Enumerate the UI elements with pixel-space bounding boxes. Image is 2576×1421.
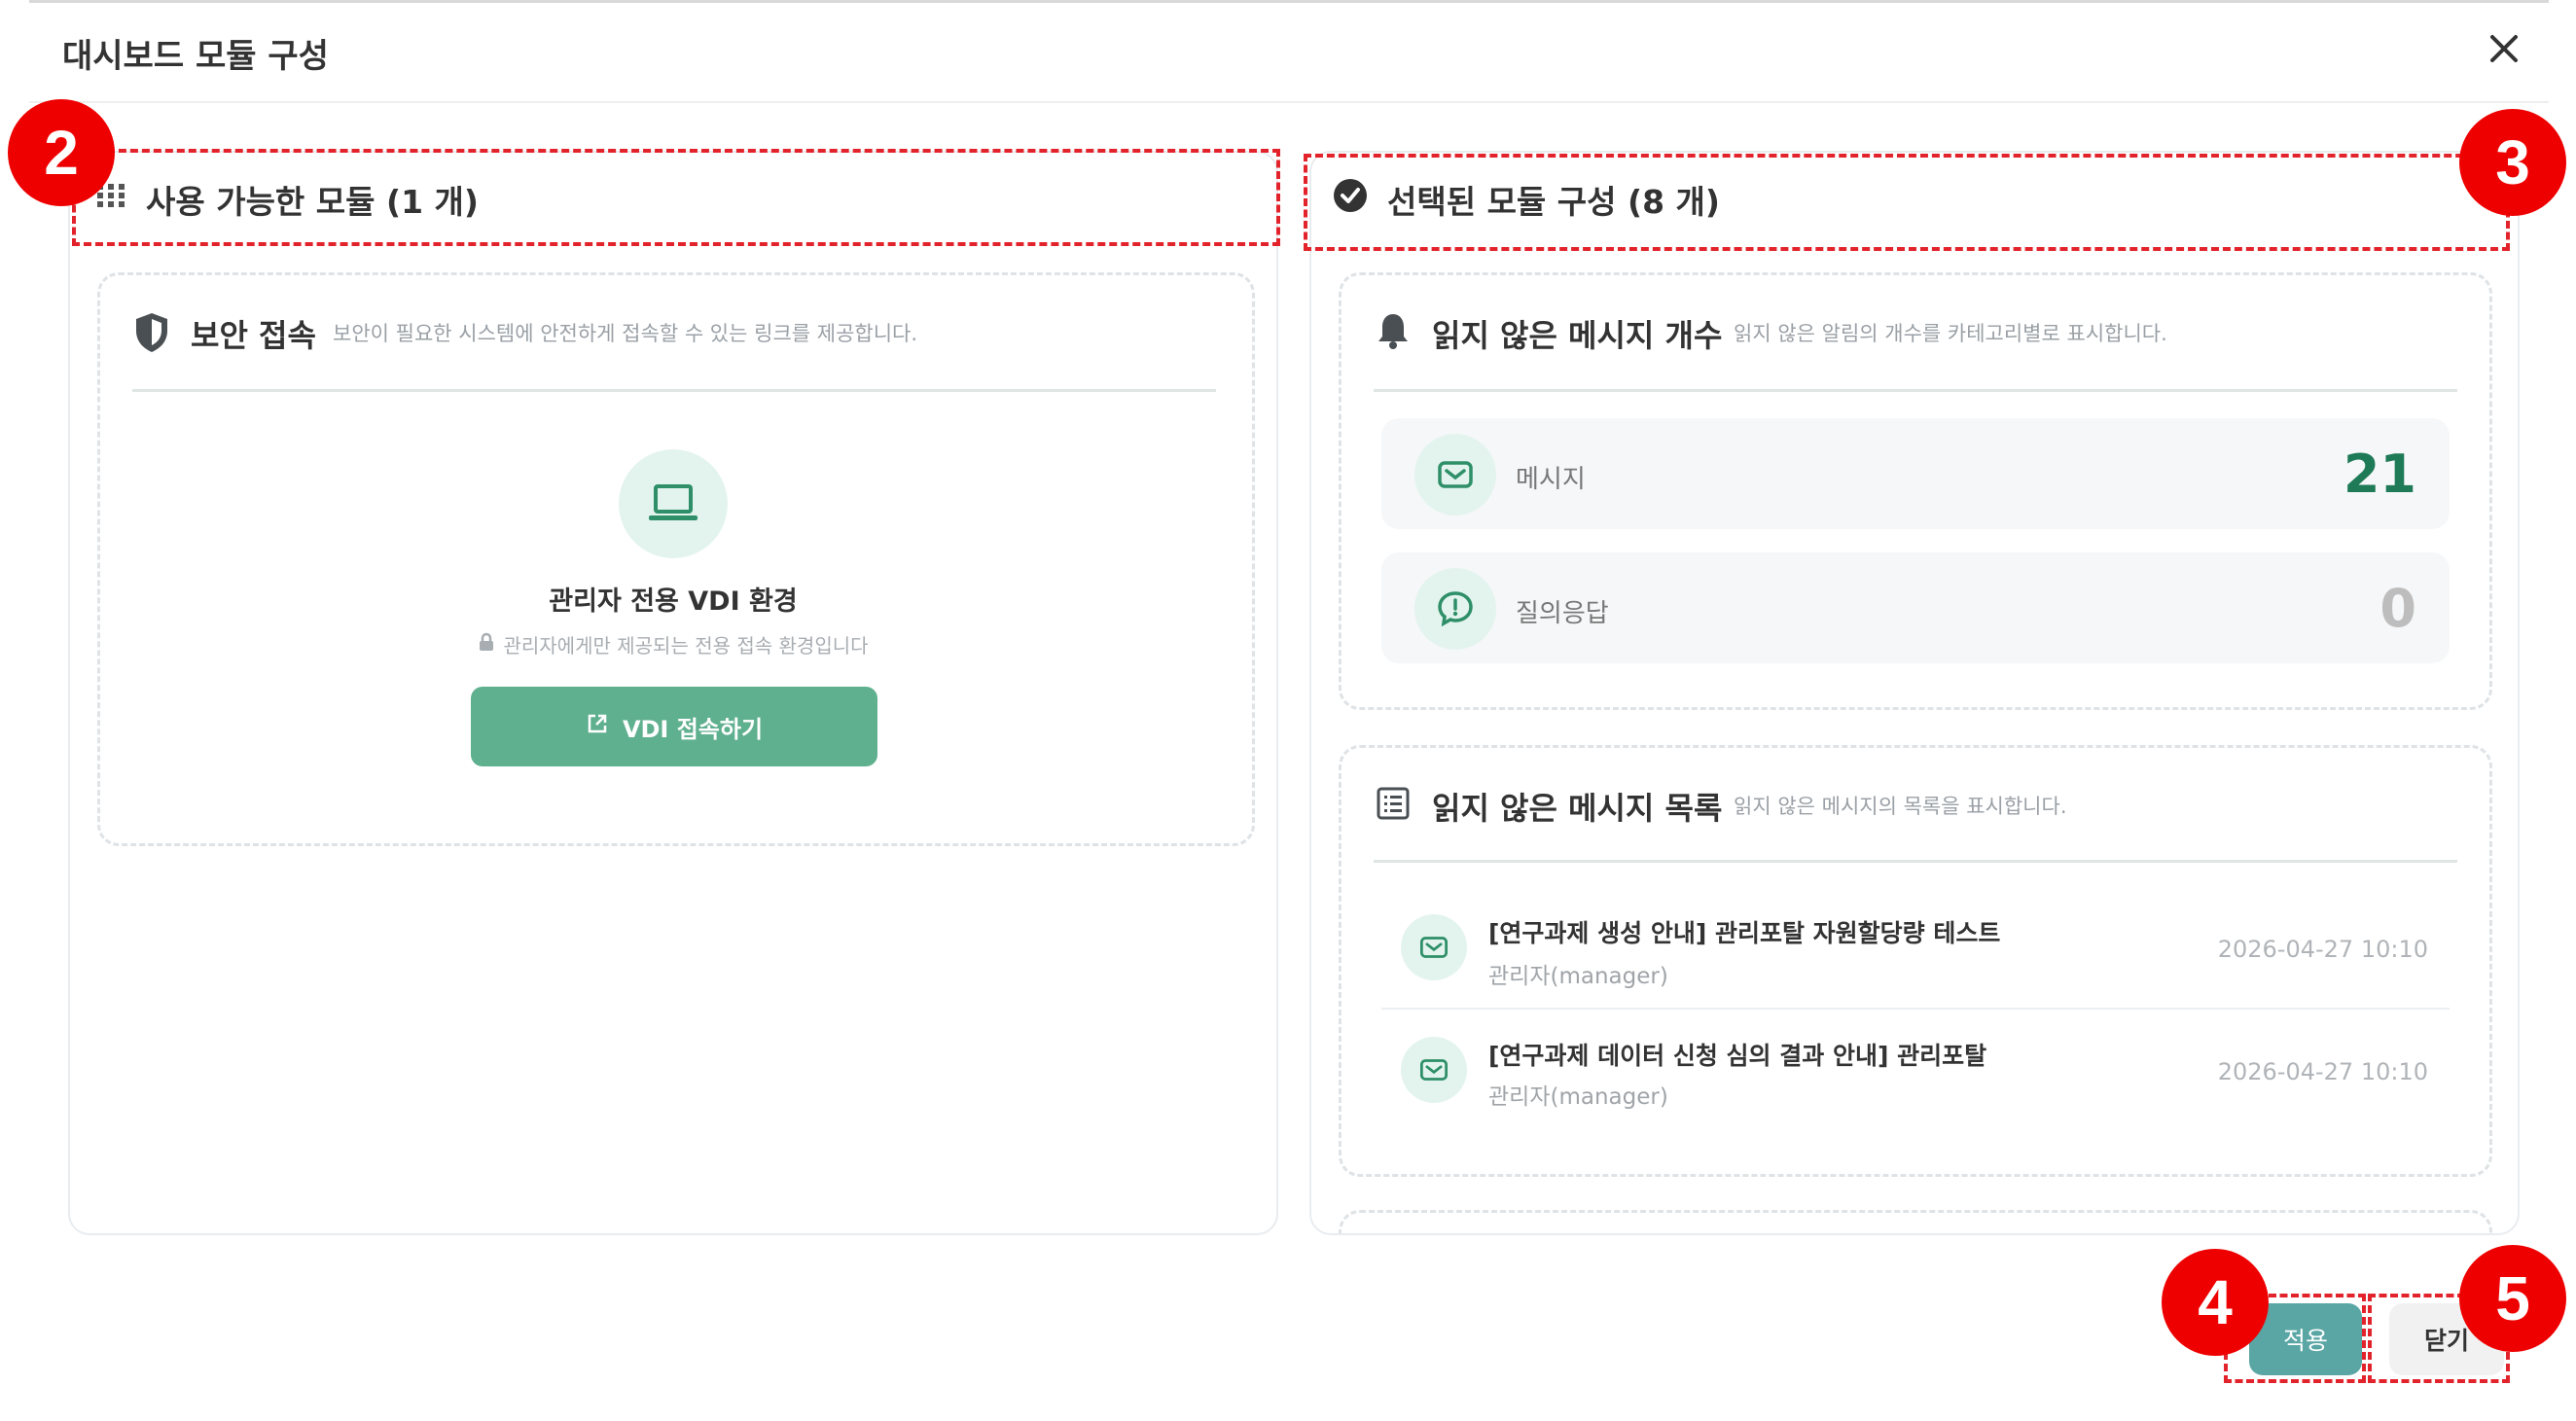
vdi-item-note: 관리자에게만 제공되는 전용 접속 환경입니다 <box>503 634 869 657</box>
step-badge-2: 2 <box>8 99 115 206</box>
external-link-icon <box>586 712 609 741</box>
mail-icon-badge <box>1414 434 1496 515</box>
list-icon <box>1376 786 1411 825</box>
metric-label-message: 메시지 <box>1516 465 1586 494</box>
mail-icon-badge <box>1401 1037 1467 1103</box>
mail-icon-badge <box>1401 914 1467 980</box>
available-modules-header: 사용 가능한 모듈 (1 개) <box>95 175 479 224</box>
message-date: 2026-04-27 10:10 <box>2217 936 2428 963</box>
security-card-title: 보안 접속 <box>191 317 316 354</box>
mail-icon <box>1419 937 1449 958</box>
step-badge-5: 5 <box>2459 1245 2566 1352</box>
metric-value-message: 21 <box>2343 444 2416 505</box>
dialog-title: 대시보드 모듈 구성 <box>62 37 329 76</box>
vdi-connect-button[interactable]: VDI 접속하기 <box>471 687 877 766</box>
unread-count-divider <box>1374 389 2457 392</box>
message-date: 2026-04-27 10:10 <box>2217 1058 2428 1085</box>
close-icon[interactable] <box>2483 27 2525 70</box>
message-title: [연구과제 생성 안내] 관리포탈 자원할당량 테스트 <box>1488 919 2001 947</box>
mail-icon <box>1419 1059 1449 1081</box>
vdi-connect-label: VDI 접속하기 <box>622 715 764 743</box>
message-sender: 관리자(manager) <box>1488 964 1668 989</box>
unread-list-title: 읽지 않은 메시지 목록 <box>1432 790 1723 827</box>
list-item-divider <box>1381 1008 2450 1010</box>
unread-list-description: 읽지 않은 메시지의 목록을 표시합니다. <box>1734 795 2067 818</box>
check-circle-icon <box>1333 178 1368 221</box>
metric-value-qna: 0 <box>2379 578 2416 639</box>
message-title: [연구과제 데이터 신청 심의 결과 안내] 관리포탈 <box>1488 1042 1987 1070</box>
bell-icon <box>1376 311 1411 354</box>
alert-message-icon <box>1438 591 1473 627</box>
unread-count-title: 읽지 않은 메시지 개수 <box>1432 317 1723 354</box>
available-modules-title: 사용 가능한 모듈 (1 개) <box>146 183 479 221</box>
next-card-edge <box>1339 1210 2492 1233</box>
laptop-icon-badge <box>619 449 728 558</box>
lock-icon <box>478 632 495 657</box>
step-badge-3: 3 <box>2459 109 2566 216</box>
top-border <box>29 0 2549 3</box>
security-card-description: 보안이 필요한 시스템에 안전하게 접속할 수 있는 링크를 제공합니다. <box>333 322 918 345</box>
step-badge-4: 4 <box>2162 1249 2269 1356</box>
metric-label-qna: 질의응답 <box>1516 599 1609 628</box>
qna-icon-badge <box>1414 568 1496 650</box>
unread-count-description: 읽지 않은 알림의 개수를 카테고리별로 표시합니다. <box>1734 322 2167 345</box>
selected-modules-header: 선택된 모듈 구성 (8 개) <box>1333 175 1720 224</box>
security-card-divider <box>132 389 1216 392</box>
mail-icon <box>1438 461 1473 488</box>
vdi-item-note-row: 관리자에게만 제공되는 전용 접속 환경입니다 <box>381 630 965 658</box>
message-sender: 관리자(manager) <box>1488 1084 1668 1110</box>
selected-modules-title: 선택된 모듈 구성 (8 개) <box>1387 183 1720 221</box>
header-divider <box>29 101 2549 103</box>
unread-list-divider <box>1374 860 2457 863</box>
laptop-icon <box>649 484 698 520</box>
shield-icon <box>132 311 171 358</box>
vdi-item-title: 관리자 전용 VDI 환경 <box>549 586 798 617</box>
